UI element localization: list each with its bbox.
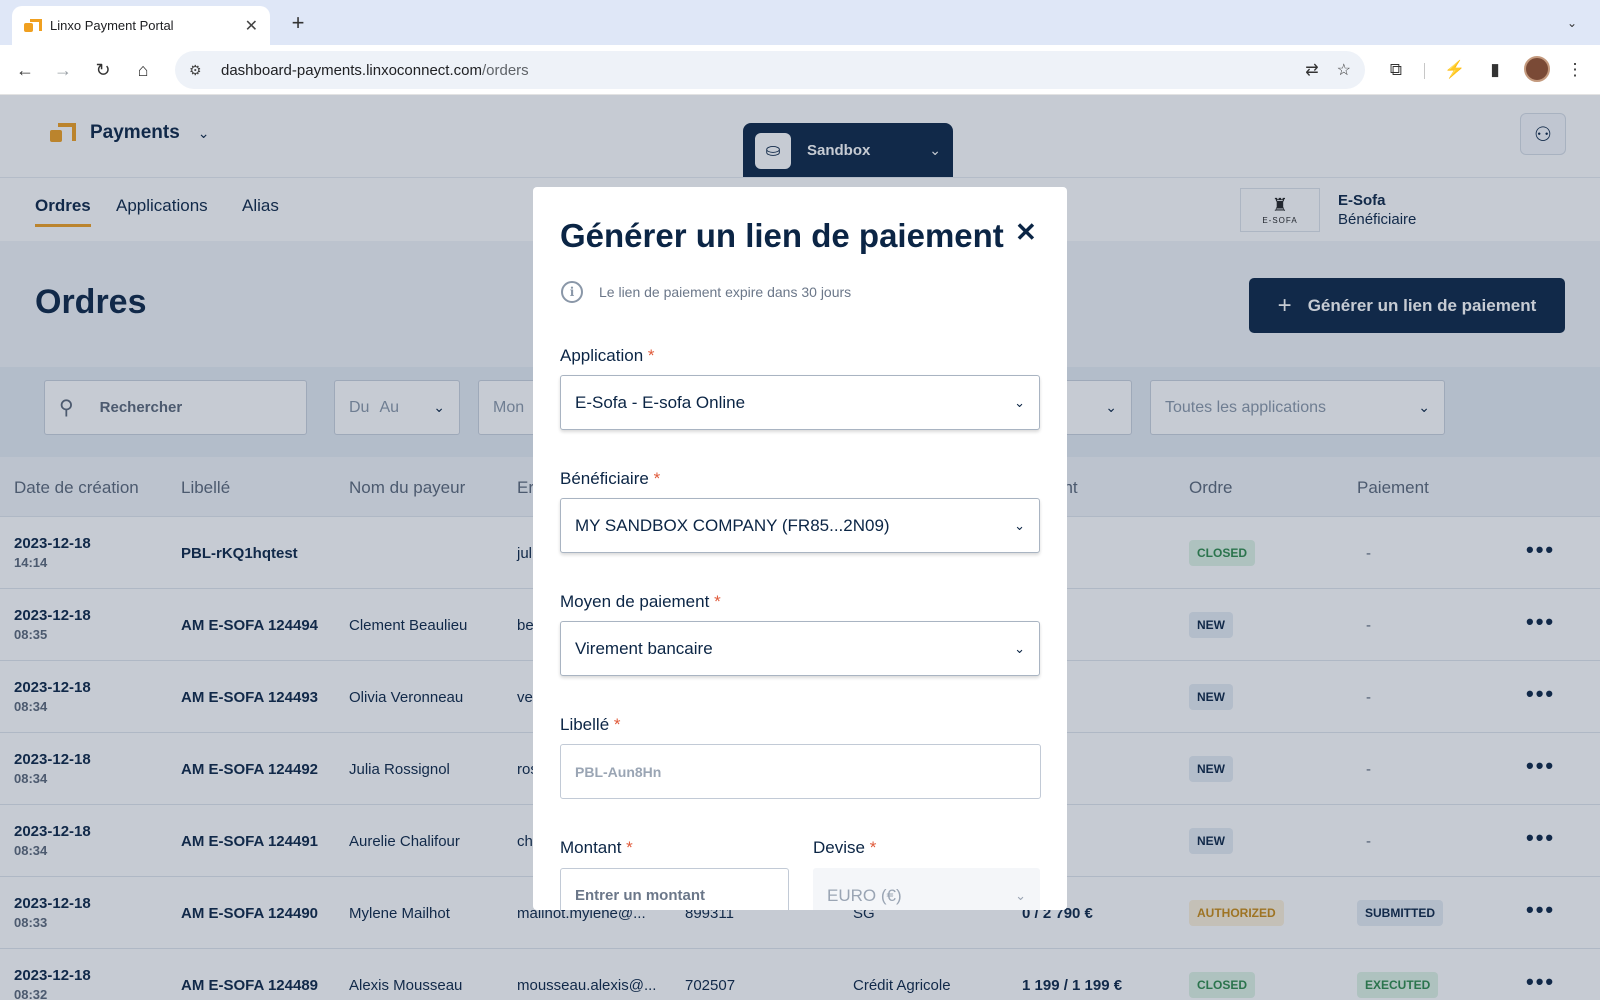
site-settings-icon[interactable]: ⚙ xyxy=(189,62,207,79)
performance-icon[interactable]: ⚡ xyxy=(1442,57,1468,83)
browser-menu-icon[interactable]: ⋮ xyxy=(1562,57,1588,83)
browser-toolbar: ← → ↻ ⌂ ⚙ dashboard-payments.linxoconnec… xyxy=(0,45,1600,95)
info-icon: i xyxy=(561,281,583,303)
payment-method-value: Virement bancaire xyxy=(575,638,713,658)
translate-icon[interactable]: ⇄ xyxy=(1305,60,1318,80)
tab-title: Linxo Payment Portal xyxy=(50,18,174,33)
amount-input[interactable]: Entrer un montant xyxy=(560,868,789,910)
browser-tab[interactable]: Linxo Payment Portal ✕ xyxy=(12,6,270,45)
linxo-favicon-icon xyxy=(24,18,42,34)
bookmark-star-icon[interactable]: ☆ xyxy=(1337,60,1351,80)
modal-title: Générer un lien de paiement xyxy=(560,217,1004,254)
libelle-placeholder: PBL-Aun8Hn xyxy=(575,763,662,780)
url-text: dashboard-payments.linxoconnect.com/orde… xyxy=(221,61,529,79)
currency-value: EURO (€) xyxy=(827,885,902,905)
payment-method-label: Moyen de paiement * xyxy=(560,592,721,611)
back-icon[interactable]: ← xyxy=(12,57,38,83)
browser-tabstrip: Linxo Payment Portal ✕ + ⌄ xyxy=(0,0,1600,45)
modal-info-text: Le lien de paiement expire dans 30 jours xyxy=(599,284,852,300)
address-bar[interactable]: ⚙ dashboard-payments.linxoconnect.com/or… xyxy=(175,51,1365,89)
currency-select[interactable]: EURO (€) ⌄ xyxy=(813,868,1040,910)
libelle-label: Libellé * xyxy=(560,715,621,734)
application-select[interactable]: E-Sofa - E-sofa Online ⌄ xyxy=(560,375,1040,430)
amount-placeholder: Entrer un montant xyxy=(575,887,705,904)
chevron-down-icon: ⌄ xyxy=(1014,517,1025,533)
extensions-icon[interactable]: ⧉ xyxy=(1383,57,1409,83)
beneficiary-value: MY SANDBOX COMPANY (FR85...2N09) xyxy=(575,515,890,535)
close-icon[interactable]: ✕ xyxy=(1015,217,1037,248)
payment-method-select[interactable]: Virement bancaire ⌄ xyxy=(560,621,1040,676)
reload-icon[interactable]: ↻ xyxy=(90,57,116,83)
beneficiary-label: Bénéficiaire * xyxy=(560,469,661,488)
libelle-input[interactable]: PBL-Aun8Hn xyxy=(560,744,1041,799)
forward-icon[interactable]: → xyxy=(50,57,76,83)
home-icon[interactable]: ⌂ xyxy=(130,57,156,83)
chevron-down-icon: ⌄ xyxy=(1014,640,1025,656)
chevron-down-icon: ⌄ xyxy=(1015,887,1026,903)
currency-label: Devise * xyxy=(813,838,877,857)
beneficiary-select[interactable]: MY SANDBOX COMPANY (FR85...2N09) ⌄ xyxy=(560,498,1040,553)
application-label: Application * xyxy=(560,346,655,365)
modal-info: i Le lien de paiement expire dans 30 jou… xyxy=(561,281,851,303)
amount-label: Montant * xyxy=(560,838,633,857)
profile-avatar[interactable] xyxy=(1524,56,1550,82)
generate-link-modal: Générer un lien de paiement ✕ i Le lien … xyxy=(533,187,1067,910)
tab-search-chevron-icon[interactable]: ⌄ xyxy=(1560,12,1584,34)
new-tab-icon[interactable]: + xyxy=(284,10,312,38)
side-panel-icon[interactable]: ▮ xyxy=(1482,57,1508,83)
chevron-down-icon: ⌄ xyxy=(1014,394,1025,410)
application-value: E-Sofa - E-sofa Online xyxy=(575,392,746,412)
tab-close-icon[interactable]: ✕ xyxy=(245,16,258,36)
toolbar-divider xyxy=(1424,63,1425,79)
